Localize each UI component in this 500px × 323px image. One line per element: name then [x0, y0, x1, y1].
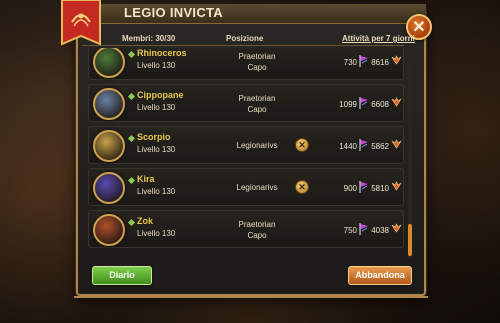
members-count: Membri: 30/30 [122, 34, 176, 43]
member-row[interactable]: Zok Livello 130 Praetorian Capo 750 4038 [88, 210, 404, 248]
titan-fist-icon [391, 223, 402, 233]
skull-mage-icon[interactable] [93, 130, 125, 162]
position-title: Legionarivs [236, 141, 278, 150]
titan-activity-value: 5862 [371, 142, 389, 151]
position-header: Posizione [226, 34, 264, 43]
member-name: Zok [137, 216, 154, 226]
activity-value: 900 [343, 184, 357, 193]
member-level: Livello 130 [137, 103, 176, 112]
armored-knight-icon[interactable] [93, 88, 125, 120]
activity-value: 750 [343, 226, 357, 235]
member-level: Livello 130 [137, 229, 176, 238]
member-position: Legionarivs [217, 140, 297, 151]
member-name: Cippopane [137, 90, 184, 100]
journal-button[interactable]: Diario [92, 266, 152, 285]
flag-icon [359, 223, 368, 235]
leave-guild-button[interactable]: Abbandona [348, 266, 412, 285]
position-role: Capo [247, 105, 267, 114]
position-role: Capo [247, 63, 267, 72]
member-position: Praetorian Capo [217, 51, 297, 73]
titan-fist-icon [391, 181, 402, 191]
position-title: Praetorian [238, 220, 276, 229]
online-indicator-icon [127, 50, 136, 59]
green-beast-icon[interactable] [93, 48, 125, 78]
member-list[interactable]: Rhinoceros Livello 130 Praetorian Capo 730 86… [88, 48, 406, 258]
member-level: Livello 130 [137, 61, 176, 70]
member-name: Kira [137, 174, 155, 184]
fire-orc-icon[interactable] [93, 214, 125, 246]
activity-value: 1099 [339, 100, 357, 109]
flag-icon [359, 139, 368, 151]
member-position: Legionarivs [217, 182, 297, 193]
position-role: Capo [247, 231, 267, 240]
titan-activity-value: 8616 [371, 58, 389, 67]
member-level: Livello 130 [137, 145, 176, 154]
scrollbar-thumb[interactable] [408, 224, 412, 256]
crossed-swords-icon[interactable]: ✕ [295, 180, 309, 194]
flag-icon [359, 55, 368, 67]
online-indicator-icon [127, 134, 136, 143]
member-name: Rhinoceros [137, 48, 187, 58]
member-level: Livello 130 [137, 187, 176, 196]
position-title: Praetorian [238, 52, 276, 61]
titan-activity-value: 4038 [371, 226, 389, 235]
member-position: Praetorian Capo [217, 93, 297, 115]
member-row[interactable]: Kira Livello 130 Legionarivs ✕ 900 5810 [88, 168, 404, 206]
panel-bottom-frame [74, 290, 428, 298]
member-row[interactable]: Scorpio Livello 130 Legionarivs ✕ 1440 5862 [88, 126, 404, 164]
titan-activity-value: 6608 [371, 100, 389, 109]
online-indicator-icon [127, 218, 136, 227]
header-divider [82, 45, 404, 46]
member-name: Scorpio [137, 132, 171, 142]
activity-value: 730 [343, 58, 357, 67]
flag-icon [359, 181, 368, 193]
member-position: Praetorian Capo [217, 219, 297, 241]
titan-activity-value: 5810 [371, 184, 389, 193]
position-title: Legionarivs [236, 183, 278, 192]
position-title: Praetorian [238, 94, 276, 103]
member-row[interactable]: Rhinoceros Livello 130 Praetorian Capo 730 86… [88, 48, 404, 80]
guild-title: LEGIO INVICTA [124, 5, 223, 20]
titan-fist-icon [391, 139, 402, 149]
crossed-swords-icon[interactable]: ✕ [295, 138, 309, 152]
activity-header[interactable]: Attività per 7 giorni [342, 34, 415, 43]
flag-icon [359, 97, 368, 109]
activity-value: 1440 [339, 142, 357, 151]
online-indicator-icon [127, 176, 136, 185]
titan-fist-icon [391, 55, 402, 65]
member-row[interactable]: Cippopane Livello 130 Praetorian Capo 1099 66… [88, 84, 404, 122]
titan-fist-icon [391, 97, 402, 107]
online-indicator-icon [127, 92, 136, 101]
blue-elf-icon[interactable] [93, 172, 125, 204]
